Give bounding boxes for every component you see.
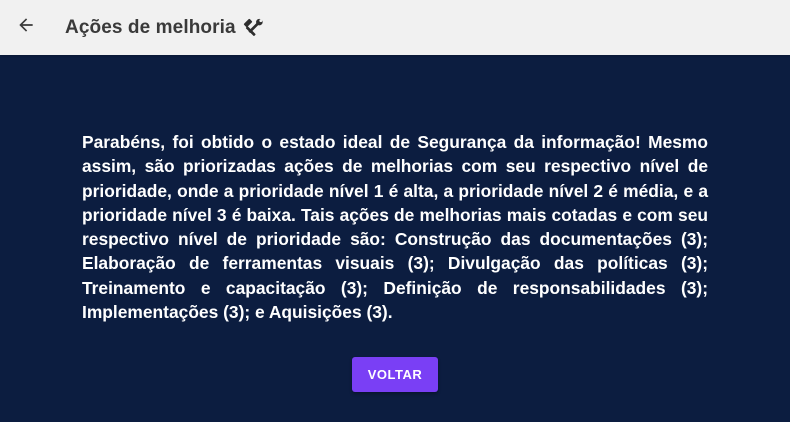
- back-button[interactable]: [14, 16, 38, 40]
- app-window: Ações de melhoria Parabéns, foi obtido o…: [0, 0, 790, 422]
- content-area: Parabéns, foi obtido o estado ideal de S…: [0, 55, 790, 422]
- arrow-left-icon: [16, 15, 36, 40]
- page-title: Ações de melhoria: [65, 16, 236, 38]
- voltar-button[interactable]: VOLTAR: [351, 356, 439, 392]
- title-container: Ações de melhoria: [65, 17, 264, 39]
- app-bar: Ações de melhoria: [0, 0, 790, 55]
- hammer-wrench-icon: [242, 18, 264, 38]
- result-message: Parabéns, foi obtido o estado ideal de S…: [82, 132, 708, 323]
